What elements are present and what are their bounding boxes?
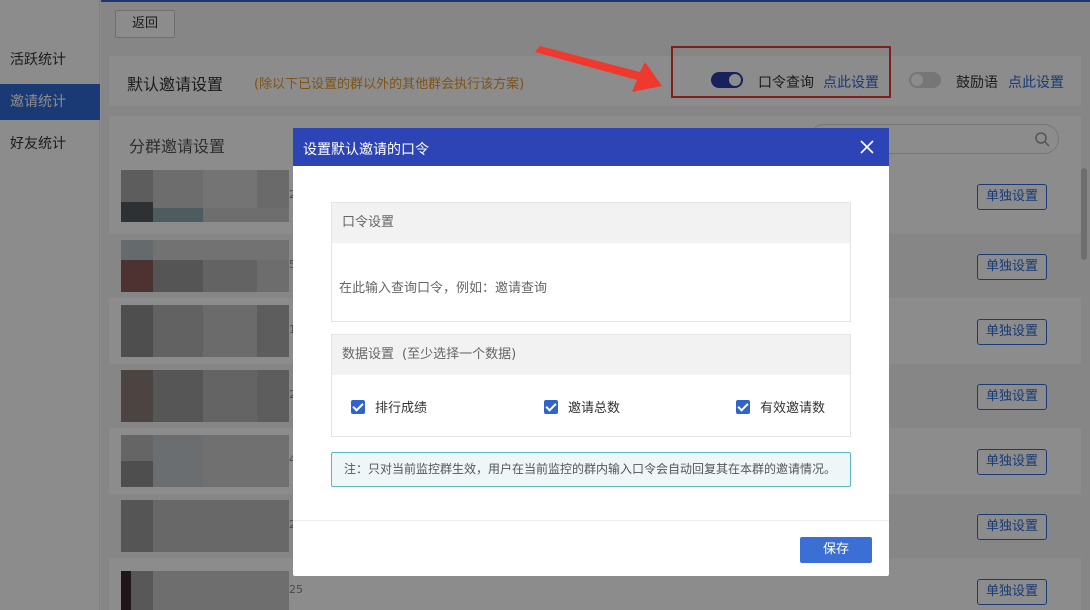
checkbox-valid-invites[interactable]: 有效邀请数	[736, 397, 825, 416]
checkbox-label: 排行成绩	[375, 401, 428, 416]
checkbox-checked-icon[interactable]	[736, 400, 750, 414]
checkbox-checked-icon[interactable]	[351, 400, 365, 414]
checkbox-ranking[interactable]: 排行成绩	[351, 397, 427, 416]
close-icon[interactable]	[857, 137, 877, 157]
data-section-header: 数据设置 (至少选择一个数据)	[332, 335, 850, 375]
password-settings-dialog: 设置默认邀请的口令 口令设置 在此输入查询口令，例如：邀请查询 数据设置 (至少选…	[293, 128, 889, 576]
password-section-title: 口令设置	[332, 203, 850, 243]
save-button[interactable]: 保存	[800, 537, 872, 563]
checkbox-checked-icon[interactable]	[544, 400, 558, 414]
checkbox-label: 有效邀请数	[760, 401, 826, 416]
dialog-title: 设置默认邀请的口令	[303, 142, 429, 158]
checkbox-label: 邀请总数	[568, 401, 621, 416]
dialog-body: 口令设置 在此输入查询口令，例如：邀请查询 数据设置 (至少选择一个数据) 排行成…	[309, 180, 873, 510]
password-section: 口令设置 在此输入查询口令，例如：邀请查询	[331, 202, 851, 322]
password-input[interactable]: 在此输入查询口令，例如：邀请查询	[339, 277, 547, 296]
data-section-title: 数据设置	[342, 347, 395, 362]
dialog-header: 设置默认邀请的口令	[293, 128, 889, 166]
dialog-footer-divider	[293, 520, 889, 521]
data-section: 数据设置 (至少选择一个数据) 排行成绩 邀请总数 有效邀请数	[331, 334, 851, 437]
checkbox-invite-total[interactable]: 邀请总数	[544, 397, 620, 416]
notice-banner: 注：只对当前监控群生效，用户在当前监控的群内输入口令会自动回复其在本群的邀请情况…	[331, 452, 851, 487]
data-section-note: (至少选择一个数据)	[402, 347, 517, 362]
